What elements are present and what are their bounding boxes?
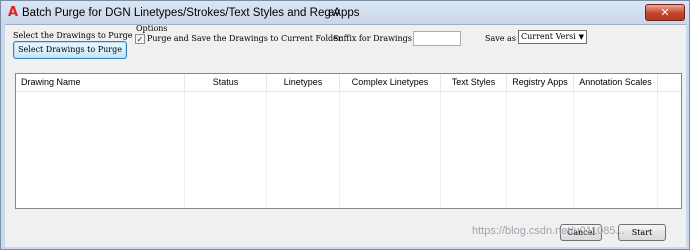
watermark-text: https://blog.csdn.net/u011085...: [472, 225, 625, 237]
dialog-client-area: Select the Drawings to Purge Select Draw…: [5, 24, 686, 247]
save-as-dropdown[interactable]: Current Versi ▼: [518, 30, 587, 44]
suffix-label: Suffix for Drawings: [333, 34, 412, 43]
column-divider: [184, 92, 185, 208]
window-title: Batch Purge for DGN Linetypes/Strokes/Te…: [22, 7, 360, 19]
checkmark-icon: ✓: [136, 35, 144, 44]
column-header-text-styles[interactable]: Text Styles: [441, 74, 507, 92]
column-divider: [657, 92, 658, 208]
window-title-extra: av: [328, 7, 341, 19]
column-header-annotation-scales[interactable]: Annotation Scales: [574, 74, 658, 92]
select-drawings-label: Select the Drawings to Purge: [13, 31, 133, 40]
column-divider: [266, 92, 267, 208]
column-header-status[interactable]: Status: [185, 74, 267, 92]
start-button[interactable]: Start: [618, 224, 666, 241]
save-as-value: Current Versi: [521, 32, 576, 41]
batch-purge-window: A Batch Purge for DGN Linetypes/Strokes/…: [0, 0, 690, 250]
title-bar[interactable]: A Batch Purge for DGN Linetypes/Strokes/…: [1, 1, 689, 25]
close-button[interactable]: ✕: [645, 4, 685, 21]
table-header: Drawing Name Status Linetypes Complex Li…: [16, 74, 681, 92]
select-drawings-button[interactable]: Select Drawings to Purge: [13, 41, 127, 59]
purge-save-checkbox[interactable]: ✓: [135, 34, 145, 44]
column-divider: [573, 92, 574, 208]
column-header-drawing-name[interactable]: Drawing Name: [16, 74, 185, 92]
column-header-complex-linetypes[interactable]: Complex Linetypes: [340, 74, 441, 92]
options-label: Options: [136, 24, 168, 33]
drawings-table[interactable]: Drawing Name Status Linetypes Complex Li…: [15, 73, 682, 209]
column-header-registry-apps[interactable]: Registry Apps: [507, 74, 574, 92]
purge-save-label: Purge and Save the Drawings to Current F…: [147, 34, 342, 43]
close-icon: ✕: [660, 6, 670, 19]
save-as-label: Save as: [485, 34, 516, 43]
suffix-input[interactable]: [413, 31, 461, 46]
chevron-down-icon: ▼: [578, 33, 584, 41]
column-divider: [440, 92, 441, 208]
column-divider: [339, 92, 340, 208]
autocad-app-icon: A: [7, 5, 19, 20]
column-divider: [506, 92, 507, 208]
column-header-linetypes[interactable]: Linetypes: [267, 74, 340, 92]
